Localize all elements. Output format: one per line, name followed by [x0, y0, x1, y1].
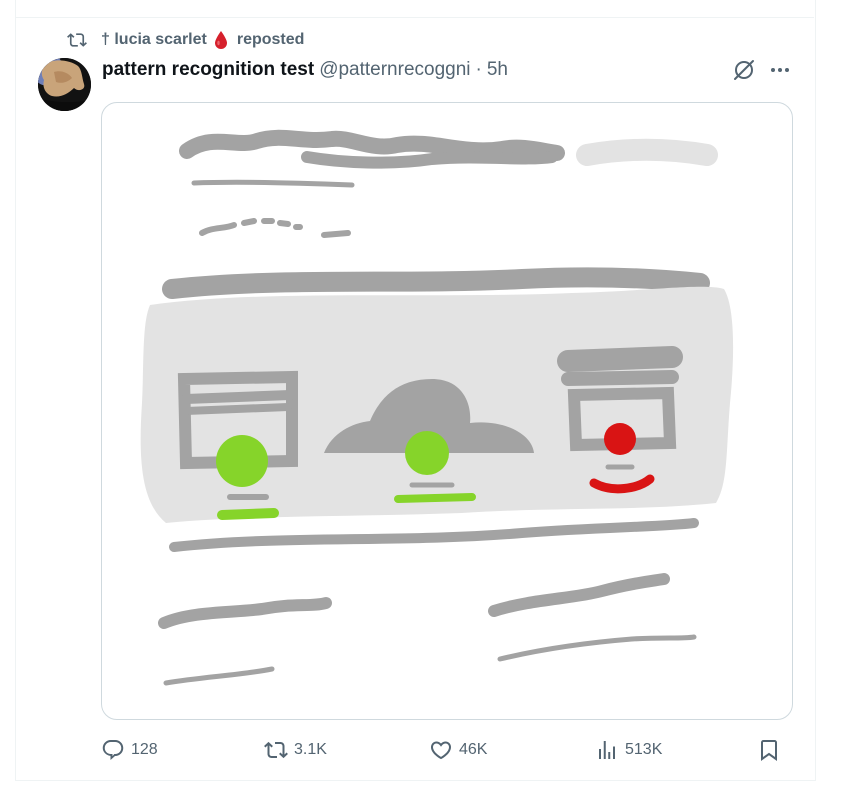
scribble-title-2 — [301, 151, 558, 169]
views-count: 513K — [625, 741, 663, 758]
tweet-image[interactable] — [101, 102, 793, 720]
scribble-title — [179, 129, 565, 161]
reposter-name[interactable]: † lucia scarlet — [101, 31, 207, 49]
grok-icon[interactable] — [732, 58, 756, 82]
repost-button[interactable]: 3.1K — [264, 736, 327, 764]
scribble-footer-right-2 — [497, 634, 697, 662]
repost-icon — [264, 741, 288, 759]
scribble-pill — [576, 138, 718, 166]
scribble-divider-bottom — [169, 518, 699, 552]
bookmark-button[interactable] — [757, 736, 787, 764]
bookmark-icon — [761, 740, 777, 761]
social-context: † lucia scarlet reposted — [66, 30, 304, 50]
reply-button[interactable]: 128 — [101, 736, 158, 764]
scribble-footer-right — [488, 573, 670, 617]
sketch-illustration — [140, 129, 734, 686]
timestamp[interactable]: 5h — [487, 59, 508, 81]
views-chart-icon — [599, 741, 615, 759]
repost-count: 3.1K — [294, 741, 327, 758]
reply-count: 128 — [131, 741, 158, 758]
avatar-image — [38, 58, 91, 111]
status-green-left — [216, 435, 268, 487]
underline-green-left — [217, 508, 279, 520]
views-button[interactable]: 513K — [595, 736, 662, 764]
separator-dot: · — [475, 59, 482, 80]
display-name[interactable]: pattern recognition test — [102, 59, 314, 81]
status-green-center — [405, 431, 449, 475]
tweet-header: pattern recognition test @patternrecoggn… — [102, 58, 508, 82]
status-red — [604, 423, 636, 455]
like-button[interactable]: 46K — [429, 736, 487, 764]
repost-label: reposted — [236, 31, 305, 48]
underline-green-center — [394, 493, 476, 503]
avatar[interactable] — [38, 58, 91, 111]
heart-icon — [430, 741, 452, 760]
scribble-meta — [199, 218, 351, 238]
divider — [16, 17, 814, 18]
more-icon[interactable] — [768, 58, 792, 82]
scribble-subtitle — [191, 179, 355, 188]
action-bar: 128 3.1K 46K 513K — [101, 736, 791, 764]
scribble-footer-left-2 — [163, 666, 275, 686]
user-handle[interactable]: @patternrecoggni — [319, 59, 470, 81]
blood-drop-icon — [214, 31, 227, 49]
scribble-divider-top — [162, 267, 710, 299]
reply-icon — [102, 740, 124, 760]
scribble-footer-left — [158, 597, 332, 629]
like-count: 46K — [459, 741, 488, 758]
repost-icon — [67, 33, 87, 47]
